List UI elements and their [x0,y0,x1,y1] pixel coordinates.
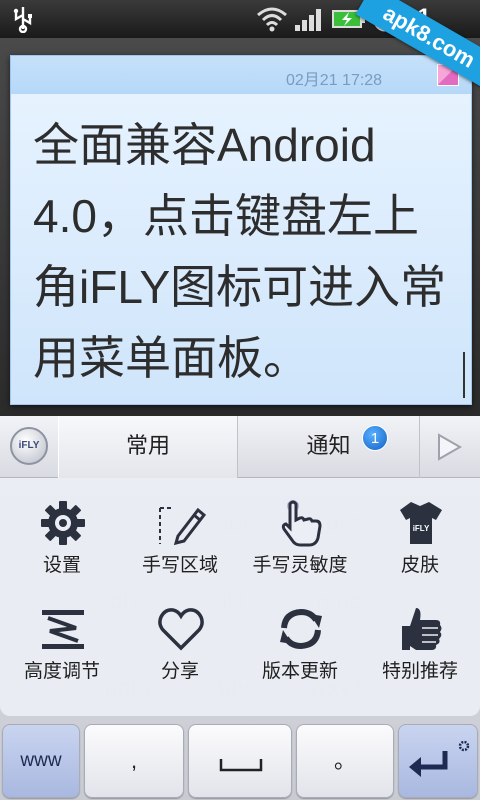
menu-item-label: 手写区域 [141,554,218,576]
menu-item-handwriting-area[interactable]: 手写区域 [120,478,240,578]
menu-item-label: 手写灵敏度 [252,554,348,576]
shirt-icon: iFLY [400,502,442,544]
menu-item-handwriting-sensitivity[interactable]: 手写灵敏度 [240,478,360,578]
pen-area-icon [159,507,206,546]
hand-touch-icon [281,500,322,547]
gear-icon [41,501,85,545]
menu-item-settings[interactable]: 设置 [2,478,122,578]
common-menu-panel: 设置 手写区域 手写灵敏度 iFLY 皮肤 高度调节 分享 版本更新 特别推荐 [0,478,480,716]
menu-item-label: 高度调节 [23,660,100,682]
note-header: 02月21 17:28 [11,56,471,94]
enter-key[interactable] [398,724,478,798]
space-icon [219,759,263,772]
refresh-icon [280,608,322,650]
menu-item-label: 皮肤 [400,554,439,576]
notice-badge: 1 [362,425,388,451]
text-caret [463,352,465,398]
home-wallpaper: 02月21 17:28 全面兼容Android 4.0，点击键盘左上角iFLY图… [0,38,480,416]
menu-item-height-adjust[interactable]: 高度调节 [2,584,122,684]
gear-icon [458,740,470,752]
menu-item-skin[interactable]: iFLY 皮肤 [360,478,480,578]
www-key[interactable]: www [2,724,80,798]
signal-icon [295,9,321,31]
comma-key[interactable]: , [84,724,184,798]
period-key[interactable]: 。 [296,724,394,798]
note-date: 02月21 17:28 [286,72,383,89]
wifi-icon [257,7,287,32]
menu-item-share[interactable]: 分享 [120,584,240,684]
tab-common[interactable]: 常用 [58,416,238,478]
shirt-icon-text: iFLY [413,524,430,533]
play-icon[interactable] [434,432,464,462]
menu-item-label: 版本更新 [261,660,338,682]
bottom-key-row: www , 。 [0,720,480,800]
menu-item-label: 分享 [160,660,199,682]
note-text[interactable]: 全面兼容Android 4.0，点击键盘左上角iFLY图标可进入常用菜单面板。 [33,110,463,394]
tab-notice[interactable]: 通知 [238,416,420,478]
keyboard-tab-bar: iFLY 常用 通知 1 [0,416,480,478]
ifly-keyboard: iFLY 常用 通知 1 !? abc def ghi jkl mno pqrs… [0,416,480,800]
ifly-logo-icon[interactable]: iFLY [10,427,48,465]
usb-icon [13,7,32,33]
menu-item-version-update[interactable]: 版本更新 [240,584,360,684]
enter-icon [409,751,448,777]
menu-item-label: 设置 [42,554,81,576]
menu-item-recommend[interactable]: 特别推荐 [360,584,480,684]
space-key[interactable] [188,724,292,798]
heart-icon [158,608,204,651]
height-adjust-icon [42,610,84,649]
note-widget[interactable]: 02月21 17:28 全面兼容Android 4.0，点击键盘左上角iFLY图… [10,55,472,405]
menu-item-label: 特别推荐 [381,660,458,682]
thumbs-up-icon [402,608,442,650]
